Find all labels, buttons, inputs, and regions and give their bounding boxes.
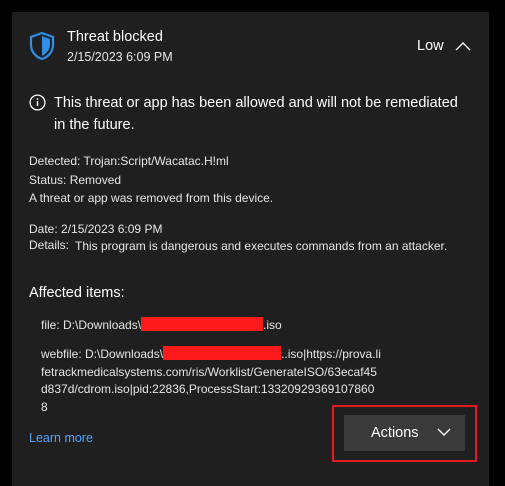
- webfile-prefix: webfile: D:\Downloads\: [41, 347, 164, 361]
- detected-label: Detected:: [29, 154, 81, 168]
- date-label: Date:: [29, 222, 58, 236]
- date-row: Date: 2/15/2023 6:09 PM: [29, 222, 162, 236]
- info-icon: [29, 94, 46, 111]
- chevron-down-icon: [437, 428, 451, 436]
- affected-webfile: webfile: D:\Downloads\ ..iso|https://prov…: [41, 346, 381, 416]
- date-value: 2/15/2023 6:09 PM: [61, 222, 163, 236]
- details-value: This program is dangerous and executes c…: [75, 239, 448, 253]
- threat-title: Threat blocked: [67, 29, 163, 45]
- details-label: Details:: [29, 238, 70, 252]
- status-row: Status: Removed: [29, 173, 121, 187]
- status-value: Removed: [69, 173, 122, 187]
- detected-row: Detected: Trojan:Script/Wacatac.H!ml: [29, 154, 229, 168]
- chevron-up-icon[interactable]: [454, 40, 472, 52]
- removed-description: A threat or app was removed from this de…: [29, 191, 274, 205]
- detected-value: Trojan:Script/Wacatac.H!ml: [83, 154, 229, 168]
- severity-label: Low: [417, 38, 444, 54]
- shield-icon: [29, 31, 55, 61]
- actions-label: Actions: [371, 425, 419, 441]
- redaction-bar: [163, 346, 282, 360]
- actions-button[interactable]: Actions: [344, 415, 465, 451]
- file-prefix: file: D:\Downloads\: [41, 318, 142, 332]
- affected-file: file: D:\Downloads\ .iso: [41, 317, 282, 332]
- redaction-bar: [141, 317, 264, 331]
- affected-items-heading: Affected items:: [29, 285, 125, 301]
- learn-more-link[interactable]: Learn more: [29, 431, 93, 445]
- status-label: Status:: [29, 173, 67, 187]
- threat-datetime: 2/15/2023 6:09 PM: [67, 50, 173, 64]
- file-suffix: .iso: [263, 318, 282, 332]
- allowed-notice: This threat or app has been allowed and …: [54, 95, 458, 133]
